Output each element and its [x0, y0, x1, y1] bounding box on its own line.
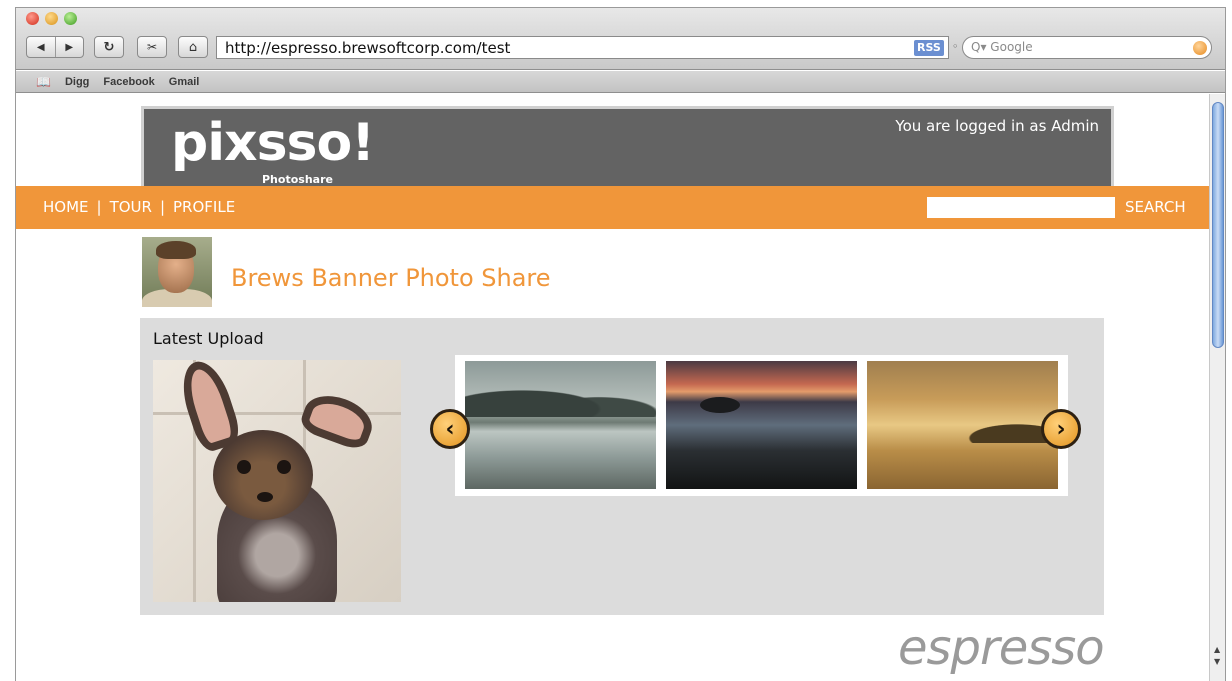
carousel-next-button[interactable]: ›: [1041, 409, 1081, 449]
browser-search-input[interactable]: Q▾ Google: [962, 36, 1212, 59]
site-logo-subtitle: Photoshare: [262, 173, 333, 186]
url-field[interactable]: http://espresso.brewsoftcorp.com/test: [216, 36, 949, 59]
vertical-scrollbar[interactable]: ▲ ▼: [1209, 94, 1225, 681]
browser-toolbar: ◀ ▶ ↻ ✂ ⌂ http://espresso.brewsoftcorp.c…: [16, 8, 1225, 70]
reload-button[interactable]: ↻: [94, 36, 124, 58]
latest-upload-label: Latest Upload: [153, 329, 264, 348]
minimize-window-button[interactable]: [45, 12, 58, 25]
espresso-logo: espresso: [898, 620, 1105, 676]
browser-window: ◀ ▶ ↻ ✂ ⌂ http://espresso.brewsoftcorp.c…: [15, 7, 1226, 681]
nav-tour-link[interactable]: TOUR: [110, 198, 152, 216]
login-status: You are logged in as Admin: [895, 117, 1099, 135]
profile-avatar[interactable]: [142, 237, 212, 307]
bookmark-digg[interactable]: Digg: [65, 76, 89, 88]
home-button[interactable]: ⌂: [178, 36, 208, 58]
latest-upload-photo[interactable]: [153, 360, 401, 602]
photo-gallery: Latest Upload ‹ ›: [140, 318, 1104, 615]
rss-menu-icon[interactable]: ◦: [952, 40, 960, 56]
maximize-window-button[interactable]: [64, 12, 77, 25]
bookmark-facebook[interactable]: Facebook: [103, 76, 154, 88]
carousel-prev-button[interactable]: ‹: [430, 409, 470, 449]
nav-links: HOME | TOUR | PROFILE: [43, 198, 235, 216]
site-search-button[interactable]: SEARCH: [1125, 198, 1186, 216]
back-icon[interactable]: ◀: [27, 42, 55, 53]
main-nav: HOME | TOUR | PROFILE SEARCH: [16, 186, 1210, 229]
carousel-photo-beach[interactable]: [465, 361, 656, 489]
nav-separator: |: [96, 198, 102, 216]
site-header: pixsso! Photoshare You are logged in as …: [141, 106, 1114, 186]
nav-separator: |: [159, 198, 166, 216]
bookmarks-bar: 📖 Digg Facebook Gmail: [16, 71, 1225, 93]
chevron-right-icon: ›: [1056, 416, 1066, 442]
reload-icon: ↻: [103, 39, 115, 55]
back-forward-buttons: ◀ ▶: [26, 36, 84, 58]
search-icon: Q▾: [971, 40, 991, 54]
site-search-input[interactable]: [927, 197, 1115, 218]
nav-profile-link[interactable]: PROFILE: [173, 198, 235, 216]
browser-search-placeholder: Google: [990, 40, 1033, 54]
home-icon: ⌂: [188, 39, 198, 55]
rss-badge[interactable]: RSS: [914, 40, 944, 56]
chevron-left-icon: ‹: [445, 416, 455, 442]
bookmarks-book-icon[interactable]: 📖: [36, 75, 51, 89]
page-viewport: pixsso! Photoshare You are logged in as …: [16, 94, 1210, 681]
close-window-button[interactable]: [26, 12, 39, 25]
bookmark-gmail[interactable]: Gmail: [169, 76, 200, 88]
page-title: Brews Banner Photo Share: [231, 264, 551, 292]
snapback-button[interactable]: ✂: [137, 36, 167, 58]
nav-home-link[interactable]: HOME: [43, 198, 89, 216]
photo-carousel: [455, 355, 1068, 496]
scroll-up-icon[interactable]: ▲: [1214, 645, 1220, 654]
carousel-photo-rocky-shore[interactable]: [666, 361, 857, 489]
forward-icon[interactable]: ▶: [56, 42, 84, 53]
carousel-photo-foggy-forest[interactable]: [867, 361, 1061, 489]
scroll-down-icon[interactable]: ▼: [1214, 657, 1220, 666]
search-go-icon[interactable]: [1193, 41, 1207, 55]
snapback-icon: ✂: [146, 40, 158, 54]
scrollbar-thumb[interactable]: [1212, 102, 1224, 348]
site-logo[interactable]: pixsso!: [171, 113, 375, 173]
